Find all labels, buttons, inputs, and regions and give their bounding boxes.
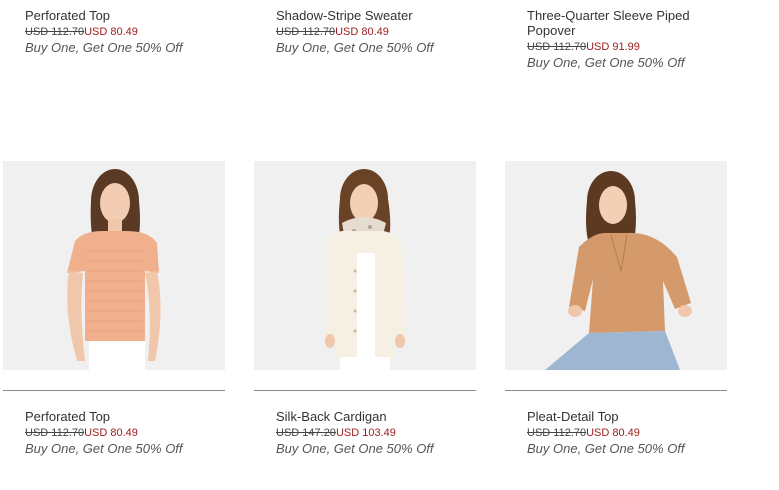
sale-price: USD 103.49: [335, 427, 396, 439]
model-illustration: [324, 169, 406, 370]
model-illustration: [545, 171, 692, 370]
sale-price: USD 80.49: [84, 26, 138, 38]
product-price: USD 112.70USD 80.49: [25, 426, 225, 440]
card-divider: [254, 390, 476, 391]
original-price: USD 112.70: [276, 26, 336, 38]
product-price: USD 112.70USD 91.99: [527, 40, 717, 54]
product-price: USD 112.70USD 80.49: [25, 25, 225, 39]
product-card-text: Pleat-Detail Top USD 112.70USD 80.49 Buy…: [527, 409, 727, 457]
original-price: USD 147.20: [276, 427, 336, 439]
product-card-text: Shadow-Stripe Sweater USD 112.70USD 80.4…: [276, 8, 476, 56]
product-name-link[interactable]: Pleat-Detail Top: [527, 409, 727, 424]
product-card-text: Perforated Top USD 112.70USD 80.49 Buy O…: [25, 8, 225, 56]
card-divider: [505, 390, 727, 391]
sale-price: USD 80.49: [335, 26, 389, 38]
original-price: USD 112.70: [25, 427, 85, 439]
promo-text: Buy One, Get One 50% Off: [527, 441, 685, 456]
promo-text: Buy One, Get One 50% Off: [527, 55, 685, 70]
product-image[interactable]: [3, 161, 225, 370]
original-price: USD 112.70: [527, 41, 587, 53]
product-name-link[interactable]: Three-Quarter Sleeve Piped Popover: [527, 8, 717, 38]
product-card-text: Silk-Back Cardigan USD 147.20USD 103.49 …: [276, 409, 476, 457]
sale-price: USD 80.49: [84, 427, 138, 439]
product-name-link[interactable]: Shadow-Stripe Sweater: [276, 8, 476, 23]
product-name-link[interactable]: Silk-Back Cardigan: [276, 409, 476, 424]
product-card-text: Perforated Top USD 112.70USD 80.49 Buy O…: [25, 409, 225, 457]
model-illustration: [67, 169, 161, 370]
product-price: USD 147.20USD 103.49: [276, 426, 476, 440]
original-price: USD 112.70: [25, 26, 85, 38]
product-price: USD 112.70USD 80.49: [276, 25, 476, 39]
product-name-link[interactable]: Perforated Top: [25, 409, 225, 424]
promo-text: Buy One, Get One 50% Off: [276, 40, 434, 55]
card-divider: [3, 390, 225, 391]
product-name-link[interactable]: Perforated Top: [25, 8, 225, 23]
product-price: USD 112.70USD 80.49: [527, 426, 727, 440]
product-card-text: Three-Quarter Sleeve Piped Popover USD 1…: [527, 8, 717, 71]
promo-text: Buy One, Get One 50% Off: [25, 441, 183, 456]
sale-price: USD 91.99: [586, 41, 640, 53]
product-image[interactable]: [505, 161, 727, 370]
promo-text: Buy One, Get One 50% Off: [25, 40, 183, 55]
product-image[interactable]: [254, 161, 476, 370]
sale-price: USD 80.49: [586, 427, 640, 439]
promo-text: Buy One, Get One 50% Off: [276, 441, 434, 456]
original-price: USD 112.70: [527, 427, 587, 439]
